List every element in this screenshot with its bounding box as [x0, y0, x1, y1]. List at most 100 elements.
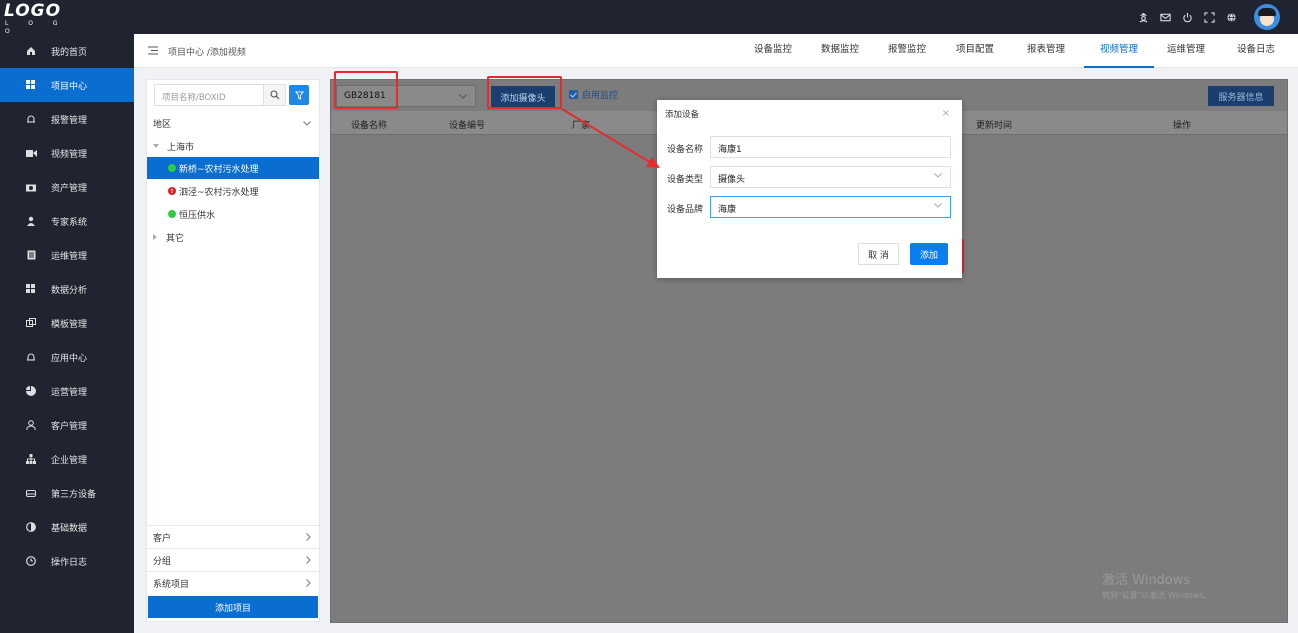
breadcrumb-text: 项目中心 /添加视频 — [168, 48, 246, 58]
grid-icon — [25, 283, 37, 295]
sidebar-item-home[interactable]: 我的首页 — [0, 34, 134, 68]
filter-icon — [294, 90, 304, 100]
globe-icon[interactable] — [1226, 12, 1237, 23]
tab-device-monitor[interactable]: 设备监控 — [748, 34, 798, 68]
group-customers[interactable]: 客户 — [147, 525, 319, 548]
device-name-label: 设备名称 — [667, 145, 704, 155]
group-system-projects[interactable]: 系统项目 — [147, 571, 319, 594]
column-device-name: 设备名称 — [351, 121, 388, 131]
watermark-subtitle: 转到"设置"以激活 Windows。 — [1102, 591, 1212, 600]
checkbox-checked-icon — [569, 90, 578, 99]
status-online-icon — [168, 210, 176, 218]
sidebar-item-assets[interactable]: 资产管理 — [0, 170, 134, 204]
sidebar-item-label: 客户管理 — [51, 421, 88, 432]
sidebar-item-app-center[interactable]: 应用中心 — [0, 340, 134, 374]
header: 项目中心 /添加视频 设备监控 数据监控 报警监控 项目配置 报表管理 视频管理… — [134, 34, 1298, 68]
tab-video-mgmt[interactable]: 视频管理 — [1084, 34, 1154, 68]
sidebar-item-customers[interactable]: 客户管理 — [0, 408, 134, 442]
region-group[interactable]: 地区 — [147, 112, 319, 134]
tree-node-project[interactable]: 恒压供水 — [147, 203, 319, 225]
region-label: 地区 — [153, 119, 172, 130]
group-groups[interactable]: 分组 — [147, 548, 319, 571]
annotation-box-protocol — [334, 71, 398, 109]
filter-button[interactable] — [289, 85, 309, 105]
device-name-field[interactable]: 海康1 — [710, 136, 951, 158]
tab-device-log[interactable]: 设备日志 — [1228, 34, 1284, 68]
menu-toggle-icon[interactable] — [148, 46, 158, 58]
sidebar-item-label: 运维管理 — [51, 251, 88, 262]
watermark-title: 激活 Windows — [1102, 573, 1191, 588]
close-icon[interactable]: × — [942, 108, 950, 119]
enable-monitor-checkbox[interactable]: 启用监控 — [569, 88, 618, 101]
sidebar: 我的首页 项目中心 报警管理 视频管理 资产管理 专家系统 运维管理 数据分析 … — [0, 34, 134, 633]
search-icon — [269, 90, 279, 100]
home-icon — [25, 45, 37, 57]
sidebar-item-label: 我的首页 — [51, 47, 88, 58]
camera-icon — [25, 181, 37, 193]
tab-data-monitor[interactable]: 数据监控 — [815, 34, 865, 68]
add-project-button[interactable]: 添加项目 — [148, 596, 318, 618]
chevron-right-icon — [306, 579, 311, 587]
video-icon — [25, 147, 37, 159]
tab-alarm-monitor[interactable]: 报警监控 — [882, 34, 932, 68]
sidebar-item-label: 模板管理 — [51, 319, 88, 330]
person-icon — [25, 215, 37, 227]
other-label: 其它 — [166, 233, 185, 244]
sidebar-item-label: 企业管理 — [51, 455, 88, 466]
sidebar-item-label: 项目中心 — [51, 81, 88, 92]
sidebar-item-template[interactable]: 模板管理 — [0, 306, 134, 340]
search-placeholder: 项目名称/BOXID — [162, 93, 226, 103]
cancel-button[interactable]: 取 消 — [858, 243, 899, 265]
bell-icon — [25, 351, 37, 363]
sidebar-item-alarm[interactable]: 报警管理 — [0, 102, 134, 136]
chevron-right-icon — [306, 533, 311, 541]
dialog-title: 添加设备 — [665, 110, 700, 120]
template-icon — [25, 317, 37, 329]
annotation-box-add-camera — [487, 76, 562, 109]
sidebar-item-enterprise[interactable]: 企业管理 — [0, 442, 134, 476]
search-input[interactable]: 项目名称/BOXID — [154, 84, 286, 106]
project-name: 恒压供水 — [179, 210, 216, 221]
group-label: 客户 — [153, 533, 172, 544]
bell-icon — [25, 113, 37, 125]
tab-report-mgmt[interactable]: 报表管理 — [1017, 34, 1075, 68]
sidebar-item-op-log[interactable]: 操作日志 — [0, 544, 134, 578]
sidebar-item-label: 操作日志 — [51, 557, 88, 568]
device-type-select[interactable]: 摄像头 — [710, 166, 951, 188]
power-icon[interactable] — [1182, 12, 1193, 23]
breadcrumb: 项目中心 /添加视频 — [148, 45, 246, 58]
tree-node-other[interactable]: 其它 — [147, 226, 319, 248]
sidebar-item-project-center[interactable]: 项目中心 — [0, 68, 134, 102]
sidebar-item-ops[interactable]: 运维管理 — [0, 238, 134, 272]
sidebar-item-expert[interactable]: 专家系统 — [0, 204, 134, 238]
search-button[interactable] — [263, 85, 285, 105]
group-label: 系统项目 — [153, 579, 190, 590]
tab-project-config[interactable]: 项目配置 — [950, 34, 1000, 68]
tree-node-city[interactable]: 上海市 — [147, 135, 319, 157]
sidebar-item-data-analysis[interactable]: 数据分析 — [0, 272, 134, 306]
tree-node-project[interactable]: ! 泗泾~农村污水处理 — [147, 180, 319, 202]
group-label: 分组 — [153, 556, 172, 567]
chevron-down-icon — [303, 120, 311, 126]
caret-down-icon — [153, 144, 159, 148]
sidebar-item-third-party[interactable]: 第三方设备 — [0, 476, 134, 510]
confirm-add-button[interactable]: 添加 — [910, 243, 948, 265]
fullscreen-icon[interactable] — [1204, 11, 1215, 23]
tab-ops-mgmt[interactable]: 运维管理 — [1161, 34, 1211, 68]
device-brand-select[interactable]: 海康 — [710, 196, 951, 218]
server-info-button[interactable]: 服务器信息 — [1208, 86, 1274, 106]
mail-icon[interactable] — [1160, 12, 1171, 23]
chevron-right-icon — [306, 556, 311, 564]
logo: LOGO L O G O — [4, 1, 72, 35]
tree-node-project[interactable]: 新桥~农村污水处理 — [147, 157, 319, 179]
sidebar-item-base-data[interactable]: 基础数据 — [0, 510, 134, 544]
sidebar-item-label: 基础数据 — [51, 523, 88, 534]
sidebar-item-operations[interactable]: 运营管理 — [0, 374, 134, 408]
document-icon — [25, 249, 37, 261]
avatar[interactable] — [1254, 4, 1280, 30]
user-hat-icon[interactable] — [1138, 12, 1149, 23]
sidebar-item-label: 应用中心 — [51, 353, 88, 364]
sidebar-item-video[interactable]: 视频管理 — [0, 136, 134, 170]
half-circle-icon — [25, 521, 37, 533]
logo-text: LOGO — [4, 1, 62, 21]
